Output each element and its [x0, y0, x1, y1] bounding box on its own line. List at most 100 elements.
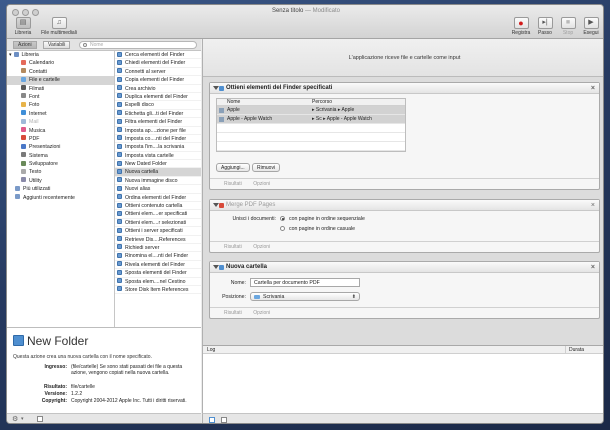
category-item[interactable]: Musica — [7, 127, 114, 135]
action-item[interactable]: Nuovi alias — [115, 185, 201, 194]
stop-button[interactable]: ■ Stop — [558, 17, 578, 37]
category-item[interactable]: Font — [7, 93, 114, 101]
action-merge-pdf-pages[interactable]: Merge PDF Pages × Unisci i documenti: co… — [209, 199, 600, 253]
action-item[interactable]: Imposta co....nti del Finder — [115, 135, 201, 144]
finder-action-icon — [117, 85, 122, 91]
action-item[interactable]: Rivela elementi del Finder — [115, 261, 201, 270]
action-item[interactable]: Imposta ap....zione per file — [115, 127, 201, 135]
step-icon: ▸| — [537, 17, 553, 29]
record-button[interactable]: ● Registra — [509, 17, 533, 37]
disclosure-triangle-icon[interactable]: ▾ — [9, 52, 12, 58]
location-popup[interactable]: Scrivania ⬍ — [250, 292, 360, 301]
finder-action-icon — [117, 127, 122, 133]
results-toggle[interactable]: Risultati — [224, 310, 242, 316]
category-item[interactable]: Testo — [7, 168, 114, 176]
action-item[interactable]: Store Disk Item References — [115, 286, 201, 295]
options-toggle[interactable]: Opzioni — [253, 310, 270, 316]
options-toggle[interactable]: Opzioni — [253, 244, 270, 250]
action-item[interactable]: Ottieni elem....er specificati — [115, 210, 201, 219]
action-item[interactable]: Filtra elementi del Finder — [115, 118, 201, 127]
category-item[interactable]: Utility — [7, 177, 114, 185]
finder-action-icon — [117, 59, 122, 65]
action-item[interactable]: Sposta elementi del Finder — [115, 269, 201, 278]
action-get-specified-finder-items[interactable]: Ottieni elementi del Finder specificati … — [209, 82, 600, 190]
table-row — [217, 133, 405, 142]
action-item[interactable]: Ottieni elem....r selezionati — [115, 219, 201, 228]
finder-action-icon — [117, 194, 122, 200]
add-button[interactable]: Aggiungi... — [216, 163, 250, 172]
radio-random[interactable] — [280, 226, 285, 231]
action-item[interactable]: Imposta vista cartelle — [115, 152, 201, 161]
step-button[interactable]: ▸| Passo — [535, 17, 555, 37]
category-item[interactable]: Filmati — [7, 85, 114, 93]
tab-variables[interactable]: Variabili — [43, 41, 71, 49]
category-item[interactable]: Internet — [7, 110, 114, 118]
action-item[interactable]: Copia elementi del Finder — [115, 76, 201, 85]
action-item[interactable]: Imposta l'im....la scrivania — [115, 143, 201, 152]
library-filter-bar: Azioni Variabili Nome — [7, 39, 201, 51]
table-row[interactable]: Apple - Apple Watch ▸ Sc ▸ Apple - Apple… — [217, 115, 405, 124]
action-item[interactable]: Retrieve Dis....References — [115, 236, 201, 244]
action-item[interactable]: Ottieni contenuto cartella — [115, 202, 201, 211]
action-item[interactable]: Espelli disco — [115, 101, 201, 110]
finder-action-icon — [117, 68, 122, 74]
action-item-selected[interactable]: Nuova cartella — [115, 168, 201, 177]
action-item[interactable]: Etichetta gli...ti del Finder — [115, 110, 201, 119]
finder-action-icon — [117, 160, 122, 166]
results-toggle[interactable]: Risultati — [224, 244, 242, 250]
font-icon — [21, 93, 26, 99]
category-item[interactable]: Aggiunti recentemente — [7, 194, 114, 202]
media-button[interactable]: ♫ File multimediali — [37, 17, 81, 37]
action-new-folder[interactable]: Nuova cartella × Nome: Cartella per docu… — [209, 261, 600, 319]
category-item[interactable]: Presentazioni — [7, 143, 114, 151]
category-item[interactable]: Foto — [7, 101, 114, 109]
category-item[interactable]: Sviluppatore — [7, 160, 114, 168]
category-item[interactable]: PDF — [7, 135, 114, 143]
action-list: Cerca elementi del Finder Chiedi element… — [115, 51, 201, 327]
action-item[interactable]: Rinomina el....nti del Finder — [115, 252, 201, 261]
action-header: Nuova cartella × — [210, 262, 599, 273]
category-item[interactable]: Calendario — [7, 59, 114, 67]
gear-icon[interactable]: ⚙ — [12, 415, 18, 423]
action-item[interactable]: Sposta elem....nel Cestino — [115, 278, 201, 286]
folder-name-field[interactable]: Cartella per documento PDF — [250, 278, 360, 287]
action-item[interactable]: Chiedi elementi del Finder — [115, 59, 201, 68]
action-item[interactable]: Nuova immagine disco — [115, 177, 201, 186]
options-toggle[interactable]: Opzioni — [253, 181, 270, 187]
category-item[interactable]: Mail — [7, 118, 114, 126]
play-icon: ▶ — [583, 17, 599, 29]
action-item[interactable]: Richiedi server — [115, 244, 201, 253]
log-toggle-icon[interactable] — [209, 417, 215, 423]
run-button[interactable]: ▶ Esegui — [580, 17, 602, 37]
pdf-action-icon — [219, 203, 224, 208]
action-header: Ottieni elementi del Finder specificati … — [210, 83, 599, 94]
action-item[interactable]: Crea archivio — [115, 85, 201, 93]
chevron-down-icon[interactable]: ▾ — [21, 416, 24, 422]
category-item[interactable]: Contatti — [7, 68, 114, 76]
close-icon[interactable]: × — [591, 83, 595, 94]
smart-folder-icon — [15, 194, 20, 200]
close-icon[interactable]: × — [591, 262, 595, 273]
radio-sequential[interactable] — [280, 216, 285, 221]
remove-button[interactable]: Rimuovi — [252, 163, 281, 172]
description-text: Questa azione crea una nuova cartella co… — [13, 354, 152, 360]
category-item-selected[interactable]: File e cartelle — [7, 76, 114, 85]
info-toggle-icon[interactable] — [37, 416, 43, 422]
table-row[interactable]: Apple ▸ Scrivania ▸ Apple — [217, 106, 405, 115]
action-item[interactable]: Cerca elementi del Finder — [115, 51, 201, 60]
action-item[interactable]: Ordina elementi del Finder — [115, 194, 201, 203]
tab-actions[interactable]: Azioni — [13, 41, 37, 49]
action-item[interactable]: Ottieni i server specificati — [115, 227, 201, 236]
finder-action-icon — [117, 236, 122, 242]
action-item[interactable]: Connetti al server — [115, 68, 201, 77]
category-item[interactable]: ▾ Libreria — [7, 51, 114, 59]
search-input[interactable]: Nome — [79, 41, 197, 49]
action-item[interactable]: Duplica elementi del Finder — [115, 93, 201, 102]
variables-toggle-icon[interactable] — [221, 417, 227, 423]
library-button[interactable]: ▤ Libreria — [11, 17, 35, 37]
close-icon[interactable]: × — [591, 200, 595, 211]
results-toggle[interactable]: Risultati — [224, 181, 242, 187]
action-item[interactable]: New Dated Folder — [115, 160, 201, 169]
category-item[interactable]: Più utilizzati — [7, 185, 114, 193]
category-item[interactable]: Sistema — [7, 152, 114, 160]
